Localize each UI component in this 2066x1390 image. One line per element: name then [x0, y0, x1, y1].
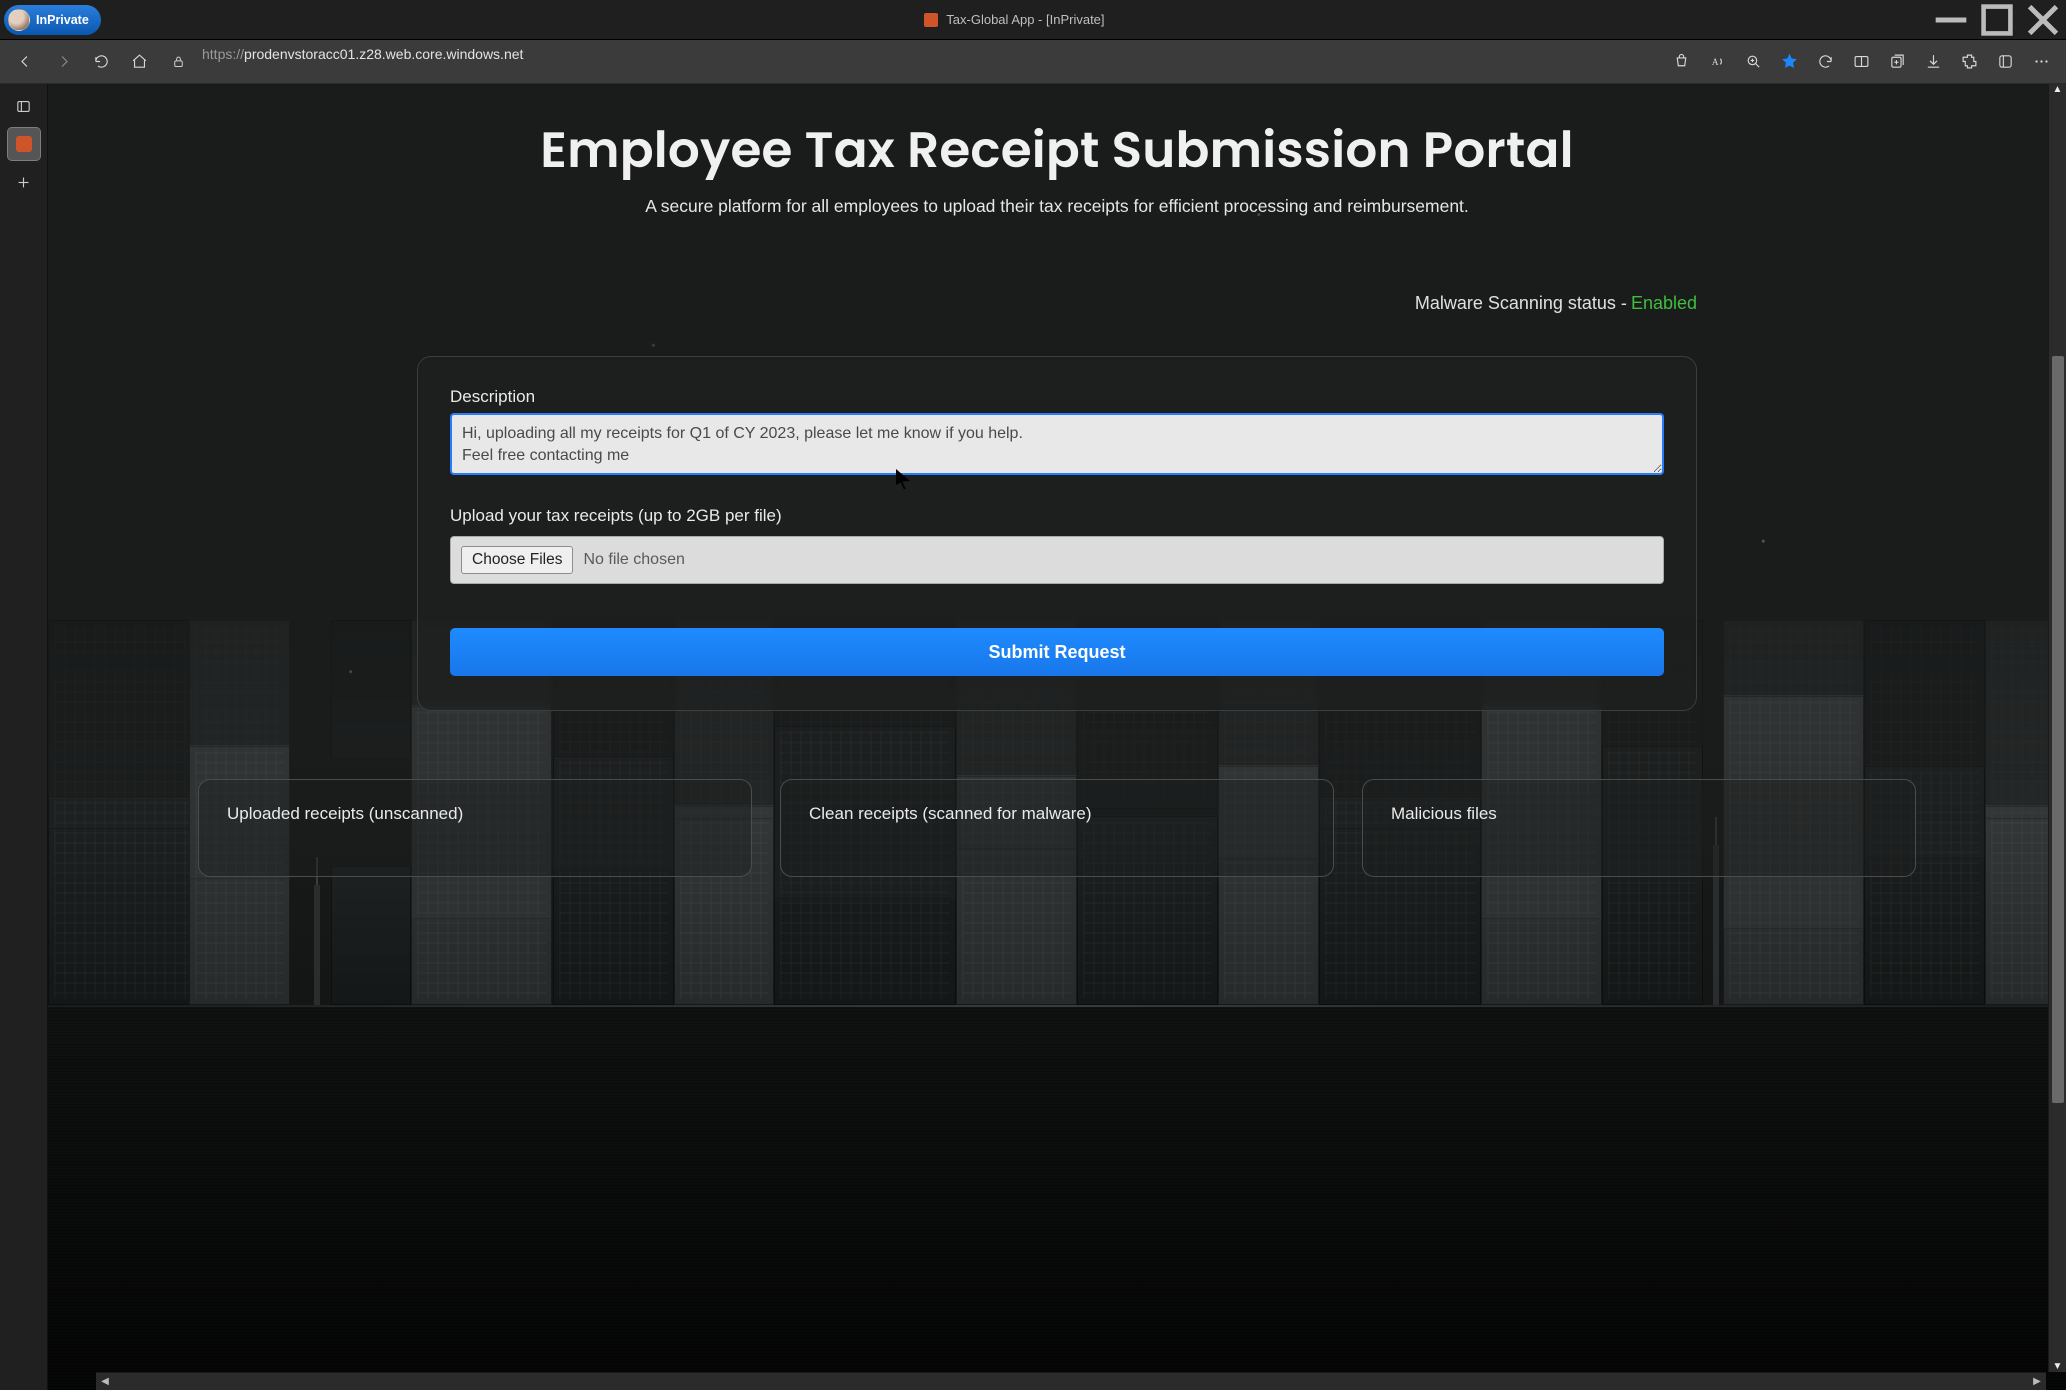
back-button[interactable]: [8, 46, 42, 78]
extensions-icon[interactable]: [1952, 46, 1986, 78]
scroll-left-arrow-icon[interactable]: ◀: [96, 1373, 114, 1390]
submit-request-button[interactable]: Submit Request: [450, 628, 1664, 676]
svg-text:A: A: [1711, 57, 1718, 67]
sync-icon[interactable]: [1808, 46, 1842, 78]
window-close-button[interactable]: [2020, 0, 2066, 39]
panel-clean-receipts: Clean receipts (scanned for malware): [780, 779, 1334, 877]
panel-clean-title: Clean receipts (scanned for malware): [809, 804, 1092, 823]
upload-label: Upload your tax receipts (up to 2GB per …: [450, 506, 1664, 526]
tab-favicon-icon: [924, 13, 938, 27]
collections-icon[interactable]: [1880, 46, 1914, 78]
tabstrip-collapse-icon[interactable]: [8, 90, 40, 122]
tab-favicon-icon: [16, 136, 32, 152]
choose-files-button[interactable]: Choose Files: [461, 546, 573, 574]
browser-toolbar: https://prodenvstoracc01.z28.web.core.wi…: [0, 40, 2066, 84]
read-aloud-icon[interactable]: A: [1700, 46, 1734, 78]
zoom-icon[interactable]: [1736, 46, 1770, 78]
settings-more-icon[interactable]: [2024, 46, 2058, 78]
vertical-tab-active[interactable]: [8, 128, 40, 160]
inprivate-label: InPrivate: [36, 13, 89, 27]
window-minimize-button[interactable]: [1928, 0, 1974, 39]
panel-malicious-title: Malicious files: [1391, 804, 1497, 823]
vertical-scroll-thumb[interactable]: [2052, 356, 2064, 1103]
window-title: Tax-Global App - [InPrivate]: [101, 12, 1928, 27]
malware-status-label: Malware Scanning status -: [1415, 293, 1627, 314]
url-text[interactable]: https://prodenvstoracc01.z28.web.core.wi…: [198, 46, 1656, 78]
tab-title-text: Tax-Global App - [InPrivate]: [946, 12, 1104, 27]
panel-uploaded-title: Uploaded receipts (unscanned): [227, 804, 463, 823]
split-screen-icon[interactable]: [1844, 46, 1878, 78]
submission-form-card: Description Upload your tax receipts (up…: [417, 356, 1697, 711]
malware-status-row: Malware Scanning status - Enabled: [417, 293, 1697, 314]
vertical-scrollbar[interactable]: ▲ ▼: [2048, 84, 2066, 1372]
url-host: prodenvstoracc01.z28.web.core.windows.ne…: [244, 46, 523, 62]
scroll-down-arrow-icon[interactable]: ▼: [2053, 1361, 2063, 1372]
avatar: [8, 9, 30, 31]
downloads-icon[interactable]: [1916, 46, 1950, 78]
vertical-tabstrip: [0, 84, 48, 1390]
file-input[interactable]: Choose Files No file chosen: [450, 536, 1664, 584]
window-titlebar: InPrivate Tax-Global App - [InPrivate]: [0, 0, 2066, 40]
panel-malicious-files: Malicious files: [1362, 779, 1916, 877]
malware-status-value: Enabled: [1631, 293, 1697, 314]
shopping-icon[interactable]: [1664, 46, 1698, 78]
url-scheme: https://: [202, 46, 244, 62]
new-tab-button[interactable]: [8, 166, 40, 198]
page-subtitle: A secure platform for all employees to u…: [645, 196, 1469, 217]
address-bar[interactable]: https://prodenvstoracc01.z28.web.core.wi…: [160, 46, 1660, 78]
home-button[interactable]: [122, 46, 156, 78]
scroll-up-arrow-icon[interactable]: ▲: [2053, 84, 2063, 95]
horizontal-scrollbar[interactable]: ◀ ▶: [96, 1372, 2046, 1390]
scroll-right-arrow-icon[interactable]: ▶: [2028, 1373, 2046, 1390]
favorite-star-icon[interactable]: [1772, 46, 1806, 78]
inprivate-profile-pill[interactable]: InPrivate: [4, 5, 101, 35]
browser-essentials-icon[interactable]: [1988, 46, 2022, 78]
page-title: Employee Tax Receipt Submission Portal: [540, 112, 1573, 188]
refresh-button[interactable]: [84, 46, 118, 78]
file-status-text: No file chosen: [583, 551, 684, 569]
forward-button[interactable]: [46, 46, 80, 78]
page-viewport: Employee Tax Receipt Submission Portal A…: [48, 84, 2066, 1390]
panel-uploaded-receipts: Uploaded receipts (unscanned): [198, 779, 752, 877]
window-maximize-button[interactable]: [1974, 0, 2020, 39]
description-label: Description: [450, 387, 1664, 407]
description-input[interactable]: [450, 413, 1664, 475]
site-lock-icon[interactable]: [164, 48, 192, 76]
